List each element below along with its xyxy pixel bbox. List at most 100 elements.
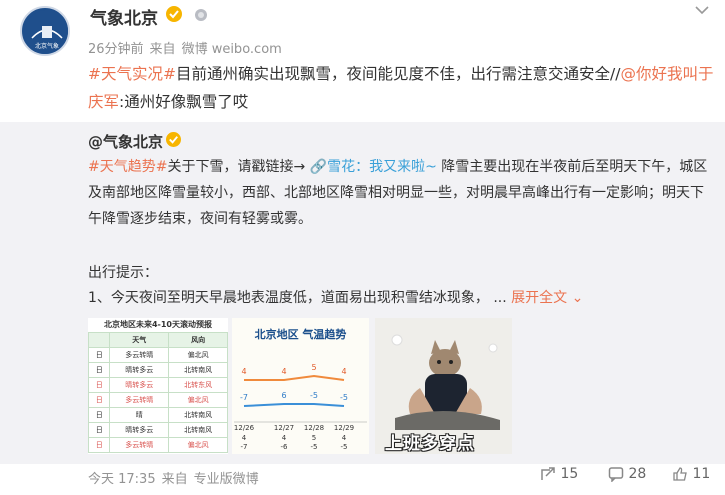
- repost-author[interactable]: @气象北京: [88, 131, 163, 152]
- low-temp-label: -5: [340, 393, 348, 402]
- table-cell: 北转南风: [168, 407, 228, 423]
- bottom-low-label: -5: [341, 443, 348, 451]
- repost-card[interactable]: @气象北京 #天气趋势#关于下雪，请戳链接→ 🔗雪花：我又来啦~ 降雪主要出现在…: [0, 122, 725, 464]
- post-tail: :通州好像飘雪了哎: [119, 93, 249, 111]
- table-row: 日晴转多云 北转南风: [88, 362, 228, 378]
- avatar[interactable]: 北京气象: [20, 6, 70, 56]
- link-icon: 🔗: [309, 159, 328, 175]
- comment-count: 28: [628, 466, 647, 482]
- ellipsis: ...: [493, 290, 507, 306]
- repost-client[interactable]: 专业版微博: [194, 472, 259, 487]
- thumbs-up-icon: [673, 467, 687, 481]
- table-cell: 北转南风: [168, 362, 228, 378]
- table-row: 日晴转多云 北转东风: [88, 377, 228, 393]
- bottom-high-label: 5: [312, 434, 316, 442]
- table-row: 日多云转晴 偏北风: [88, 437, 228, 453]
- high-temp-label: 4: [341, 367, 346, 376]
- table-header: 天气: [109, 332, 170, 348]
- temperature-trend-image[interactable]: 北京地区 气温趋势 4 -7 12/26 4 -7 4 6 12/27 4 -6 5 -5 12/28 5…: [232, 318, 369, 454]
- post-time[interactable]: 26分钟前: [88, 42, 144, 57]
- date-label: 12/26: [234, 424, 255, 432]
- repost-count: 15: [560, 466, 579, 482]
- bottom-high-label: 4: [242, 434, 247, 442]
- bottom-high-label: 4: [342, 434, 347, 442]
- repost-intro: 关于下雪，请戳链接→: [167, 159, 306, 175]
- table-cell: 日: [88, 437, 111, 453]
- table-title: 北京地区未来4-10天滚动预报: [88, 318, 228, 332]
- table-cell: 日: [88, 377, 111, 393]
- bottom-low-label: -7: [241, 443, 248, 451]
- forecast-table: 天气 风向 日多云转晴 偏北风 日晴转多云 北转南风 日晴转多云 北转东风 日多云转晴…: [88, 332, 228, 453]
- table-cell: 晴转多云: [109, 422, 170, 438]
- forecast-table-image[interactable]: 北京地区未来4-10天滚动预报 天气 风向 日多云转晴 偏北风 日晴转多云 北转南风…: [88, 318, 228, 454]
- high-temp-label: 4: [281, 367, 286, 376]
- post-footer: 今天 17:35 来自 专业版微博 15 28 11: [0, 464, 725, 495]
- table-cell: 偏北风: [168, 437, 228, 453]
- svg-text:北京气象: 北京气象: [35, 42, 59, 50]
- table-row: 日多云转晴 偏北风: [88, 392, 228, 408]
- from-label: 来自: [149, 42, 176, 57]
- bottom-low-label: -6: [281, 443, 289, 451]
- high-temp-label: 5: [311, 363, 316, 372]
- author-name[interactable]: 气象北京: [90, 4, 158, 29]
- post-text: #天气实况#目前通州确实出现飘雪，夜间能见度不佳，出行需注意交通安全//@你好我…: [88, 60, 718, 116]
- cat-caption: 上班多穿点: [385, 434, 475, 454]
- table-cell: 日: [88, 422, 111, 438]
- trend-chart: 4-712/264-74612/274-65-512/285-54-512/29…: [234, 363, 367, 451]
- repost-time[interactable]: 今天 17:35: [88, 472, 156, 487]
- share-icon: [541, 467, 555, 480]
- table-cell: 晴转多云: [109, 377, 170, 393]
- table-header: [88, 332, 111, 348]
- repost-link[interactable]: 雪花：我又来啦~: [327, 159, 437, 175]
- chevron-down-icon[interactable]: [693, 2, 711, 16]
- table-cell: 北转东风: [168, 377, 228, 393]
- topic-link[interactable]: #天气实况#: [88, 65, 176, 83]
- table-cell: 多云转晴: [109, 392, 170, 408]
- date-label: 12/27: [274, 424, 294, 432]
- table-cell: 多云转晴: [109, 347, 170, 363]
- table-row: 日晴转多云 北转南风: [88, 422, 228, 438]
- table-cell: 多云转晴: [109, 437, 170, 453]
- table-cell: 晴: [109, 407, 170, 423]
- table-cell: 偏北风: [168, 392, 228, 408]
- post-client[interactable]: 微博 weibo.com: [182, 42, 282, 57]
- like-count: 11: [692, 466, 711, 482]
- table-cell: 日: [88, 392, 111, 408]
- repost-topic[interactable]: #天气趋势#: [88, 159, 167, 175]
- verified-icon: [166, 132, 181, 147]
- repost-text: #天气趋势#关于下雪，请戳链接→ 🔗雪花：我又来啦~ 降雪主要出现在半夜前后至明…: [88, 154, 716, 232]
- low-temp-label: 6: [281, 391, 286, 400]
- table-cell: 日: [88, 347, 111, 363]
- table-row: 日晴北转南风: [88, 407, 228, 423]
- tips-title: 出行提示：: [88, 265, 158, 281]
- tip-line: 1、今天夜间至明天早晨地表温度低，道面易出现积雪结冰现象， ... 展开全文 ⌄: [88, 287, 583, 307]
- chevron-down-icon[interactable]: ⌄: [572, 290, 584, 306]
- repost-meta: 今天 17:35 来自 专业版微博: [88, 468, 265, 487]
- date-label: 12/28: [304, 424, 324, 432]
- table-cell: 晴转多云: [109, 362, 170, 378]
- post-meta: 26分钟前 来自 微博 weibo.com: [88, 38, 288, 57]
- table-cell: 偏北风: [168, 347, 228, 363]
- comment-icon: [608, 467, 624, 483]
- high-temp-label: 4: [241, 367, 246, 376]
- post-body: 目前通州确实出现飘雪，夜间能见度不佳，出行需注意交通安全//: [175, 65, 621, 83]
- bottom-high-label: 4: [282, 434, 287, 442]
- repost-button[interactable]: 15: [540, 466, 578, 482]
- high-temp-line: [244, 374, 345, 381]
- table-row: 日多云转晴 偏北风: [88, 347, 228, 363]
- date-label: 12/29: [334, 424, 354, 432]
- comment-button[interactable]: 28: [608, 466, 647, 483]
- low-temp-label: -7: [240, 393, 248, 402]
- expand-full-link[interactable]: 展开全文: [511, 290, 567, 306]
- low-temp-line: [243, 403, 345, 407]
- from-label: 来自: [161, 472, 188, 487]
- table-cell: 日: [88, 407, 111, 423]
- low-temp-label: -5: [310, 391, 318, 400]
- table-cell: 北转南风: [168, 422, 228, 438]
- tip-1: 1、今天夜间至明天早晨地表温度低，道面易出现积雪结冰现象，: [88, 290, 489, 306]
- medal-icon[interactable]: [193, 6, 209, 22]
- bottom-low-label: -5: [311, 443, 318, 451]
- like-button[interactable]: 11: [672, 466, 710, 482]
- table-cell: 日: [88, 362, 111, 378]
- cat-image[interactable]: 上班多穿点: [375, 318, 512, 454]
